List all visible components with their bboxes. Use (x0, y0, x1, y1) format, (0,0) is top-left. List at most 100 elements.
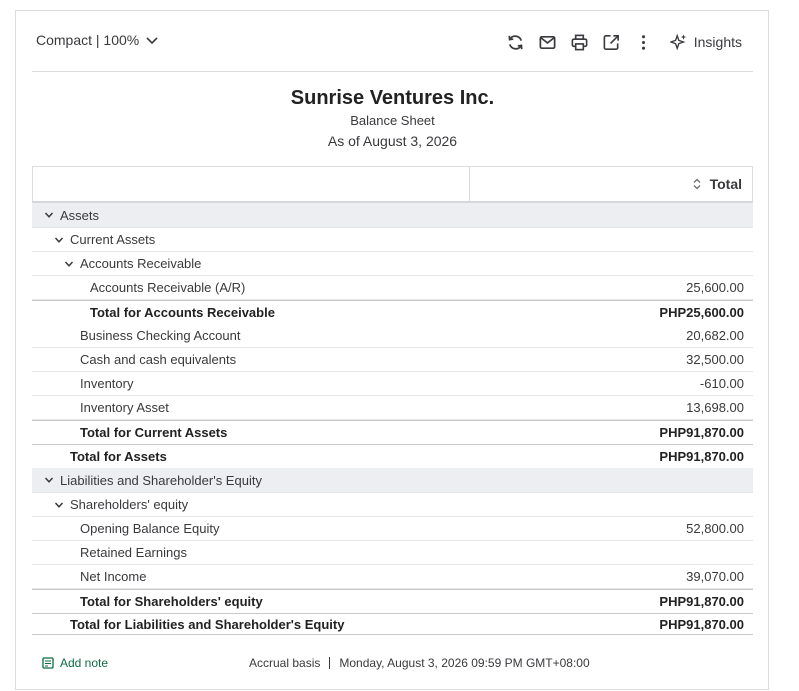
row-label-text: Assets (60, 207, 100, 223)
group-row[interactable]: Shareholders' equity (32, 493, 753, 517)
insights-button[interactable]: Insights (669, 33, 742, 51)
row-amount[interactable]: PHP91,870.00 (659, 425, 753, 440)
insights-icon (669, 33, 686, 51)
row-amount[interactable]: PHP25,600.00 (659, 305, 753, 320)
table-row: Accounts Receivable (A/R) 25,600.00 (32, 276, 753, 300)
view-density-label: Compact | 100% (36, 32, 140, 48)
row-label: Total for Liabilities and Shareholder's … (32, 617, 344, 632)
table-row: Cash and cash equivalents 32,500.00 (32, 348, 753, 372)
accounting-basis: Accrual basis (249, 656, 321, 670)
add-note-button[interactable]: Add note (42, 656, 108, 670)
row-label: Inventory (32, 376, 133, 391)
group-row[interactable]: Accounts Receivable (32, 252, 753, 276)
table-row: Business Checking Account 20,682.00 (32, 324, 753, 348)
row-amount[interactable]: 20,682.00 (686, 328, 753, 343)
row-label-text: Current Assets (70, 232, 156, 247)
total-column-header[interactable]: Total (470, 167, 752, 201)
row-label: Total for Current Assets (32, 425, 227, 440)
row-label: Shareholders' equity (32, 497, 188, 512)
note-icon (42, 657, 54, 669)
total-column-label: Total (709, 176, 742, 192)
section-row[interactable]: Liabilities and Shareholder's Equity (32, 468, 753, 493)
row-label-text: Shareholders' equity (70, 497, 189, 512)
row-label: Assets (32, 208, 99, 223)
print-icon (571, 34, 588, 50)
group-row[interactable]: Current Assets (32, 228, 753, 252)
row-label-text: Accounts Receivable (80, 256, 202, 271)
row-amount[interactable]: PHP91,870.00 (659, 594, 753, 609)
export-button[interactable] (596, 30, 628, 54)
row-amount[interactable]: 32,500.00 (686, 352, 753, 367)
row-amount[interactable]: 39,070.00 (686, 569, 753, 584)
balance-sheet-table: Total Assets Current Assets Accounts Recei… (32, 166, 753, 635)
row-label: Total for Accounts Receivable (32, 305, 275, 320)
table-body: Assets Current Assets Accounts Receivable A… (32, 203, 753, 635)
row-amount[interactable]: PHP91,870.00 (659, 617, 753, 632)
total-row: Total for Accounts Receivable PHP25,600.0… (32, 300, 753, 324)
row-label-text: Total for Assets (70, 449, 167, 464)
row-label: Current Assets (32, 232, 155, 247)
email-button[interactable] (532, 30, 564, 54)
row-label-text: Retained Earnings (80, 545, 187, 560)
report-title: Balance Sheet (350, 113, 435, 128)
account-column-header (33, 167, 470, 201)
row-label: Retained Earnings (32, 545, 187, 560)
table-row: Retained Earnings (32, 541, 753, 565)
chevron-down-icon[interactable] (54, 235, 64, 245)
row-label: Accounts Receivable (A/R) (32, 280, 245, 295)
more-vertical-icon (642, 34, 646, 50)
row-label-text: Inventory (80, 376, 134, 391)
row-label-text: Total for Current Assets (80, 425, 228, 440)
report-header: Sunrise Ventures Inc. Balance Sheet As o… (32, 86, 753, 149)
refresh-button[interactable] (500, 30, 532, 54)
row-label: Cash and cash equivalents (32, 352, 236, 367)
chevron-down-icon[interactable] (54, 500, 64, 510)
row-amount[interactable]: 13,698.00 (686, 400, 753, 415)
toolbar-actions: Insights (500, 30, 742, 54)
row-label: Opening Balance Equity (32, 521, 219, 536)
email-icon (539, 35, 556, 49)
row-label-text: Business Checking Account (80, 328, 241, 343)
view-density-dropdown[interactable]: Compact | 100% (36, 32, 159, 48)
row-amount[interactable]: 25,600.00 (686, 280, 753, 295)
table-row: Inventory -610.00 (32, 372, 753, 396)
chevron-down-icon[interactable] (64, 259, 74, 269)
more-options-button[interactable] (628, 30, 660, 54)
footer-separator (329, 657, 331, 669)
report-timestamp: Monday, August 3, 2026 09:59 PM GMT+08:0… (339, 656, 590, 670)
report-meta: Accrual basis Monday, August 3, 2026 09:… (249, 656, 590, 670)
row-label-text: Inventory Asset (80, 400, 169, 415)
row-amount[interactable]: 52,800.00 (686, 521, 753, 536)
refresh-icon (508, 34, 523, 50)
report-panel: Compact | 100% Insights Sunrise Ventures… (15, 10, 769, 690)
chevron-down-icon (146, 37, 158, 45)
print-button[interactable] (564, 30, 596, 54)
report-toolbar: Compact | 100% Insights (16, 11, 768, 72)
section-row[interactable]: Assets (32, 203, 753, 228)
table-row: Opening Balance Equity 52,800.00 (32, 517, 753, 541)
row-label: Business Checking Account (32, 328, 240, 343)
row-label-text: Total for Liabilities and Shareholder's … (70, 616, 345, 632)
row-label-text: Cash and cash equivalents (80, 352, 237, 367)
company-name: Sunrise Ventures Inc. (290, 87, 495, 109)
row-label-text: Opening Balance Equity (80, 521, 220, 536)
total-row: Total for Shareholders' equity PHP91,870.… (32, 589, 753, 613)
table-row: Net Income 39,070.00 (32, 565, 753, 589)
row-label-text: Liabilities and Shareholder's Equity (60, 472, 262, 488)
row-amount[interactable]: -610.00 (700, 376, 753, 391)
row-label-text: Accounts Receivable (A/R) (90, 280, 246, 295)
total-row: Total for Assets PHP91,870.00 (32, 444, 753, 468)
row-label: Inventory Asset (32, 400, 169, 415)
report-footer: Add note Accrual basis Monday, August 3,… (32, 651, 753, 675)
chevron-down-icon[interactable] (44, 210, 54, 220)
insights-label: Insights (693, 34, 742, 50)
table-row: Inventory Asset 13,698.00 (32, 396, 753, 420)
add-note-label: Add note (60, 656, 109, 670)
export-icon (603, 34, 620, 50)
chevron-down-icon[interactable] (44, 475, 54, 485)
row-amount[interactable]: PHP91,870.00 (659, 449, 753, 464)
row-label-text: Total for Accounts Receivable (90, 305, 275, 320)
report-date: As of August 3, 2026 (327, 133, 458, 149)
row-label: Total for Assets (32, 449, 167, 464)
row-label-text: Net Income (80, 569, 147, 584)
